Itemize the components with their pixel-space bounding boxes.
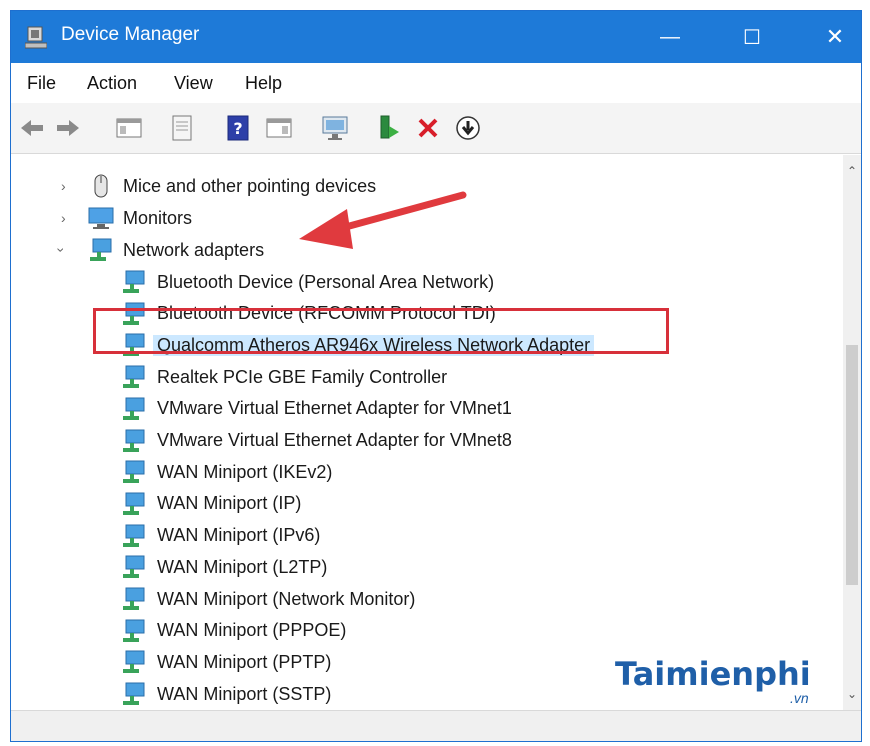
network-adapter-icon xyxy=(123,555,145,579)
scroll-down-icon[interactable]: ⌄ xyxy=(843,684,861,704)
action-pane-icon[interactable] xyxy=(264,113,294,143)
window-title: Device Manager xyxy=(61,24,200,45)
show-hide-tree-icon[interactable] xyxy=(114,113,144,143)
selection-highlight-box xyxy=(93,308,669,354)
scroll-up-icon[interactable]: ⌃ xyxy=(843,161,861,181)
chevron-down-icon[interactable]: › xyxy=(53,248,69,253)
menu-help[interactable]: Help xyxy=(245,73,282,94)
device-manager-icon xyxy=(25,26,47,49)
device-tree: › Mice and other pointing devices › Moni… xyxy=(11,155,844,710)
network-adapter-label: WAN Miniport (L2TP) xyxy=(157,556,328,577)
toolbar: ? xyxy=(11,103,861,154)
network-adapter-item[interactable]: WAN Miniport (IPv6) xyxy=(11,521,831,551)
menu-bar: File Action View Help xyxy=(11,63,861,104)
scrollbar-thumb[interactable] xyxy=(846,345,858,585)
forward-icon[interactable] xyxy=(53,113,83,143)
network-adapter-item[interactable]: VMware Virtual Ethernet Adapter for VMne… xyxy=(11,394,831,424)
network-adapter-item[interactable]: Bluetooth Device (Personal Area Network) xyxy=(11,267,831,297)
network-adapter-label: WAN Miniport (PPTP) xyxy=(157,651,332,672)
network-adapter-icon xyxy=(123,587,145,610)
title-bar: Device Manager — ☐ ✕ xyxy=(11,11,861,63)
maximize-button[interactable]: ☐ xyxy=(723,11,781,63)
vertical-scrollbar[interactable]: ⌃ ⌄ xyxy=(843,155,861,710)
network-adapter-item[interactable]: WAN Miniport (PPPOE) xyxy=(11,616,831,646)
network-adapter-label: WAN Miniport (PPPOE) xyxy=(157,620,347,641)
tree-category-label: Monitors xyxy=(123,207,193,228)
menu-view[interactable]: View xyxy=(174,73,213,94)
device-manager-window: Device Manager — ☐ ✕ File Action View He… xyxy=(10,10,862,742)
menu-file[interactable]: File xyxy=(27,73,56,94)
network-adapter-item[interactable]: Realtek PCIe GBE Family Controller xyxy=(11,362,831,392)
monitor-icon xyxy=(88,207,114,229)
network-adapter-item[interactable]: VMware Virtual Ethernet Adapter for VMne… xyxy=(11,426,831,456)
chevron-right-icon[interactable]: › xyxy=(61,178,66,194)
status-bar xyxy=(11,710,861,741)
chevron-right-icon[interactable]: › xyxy=(61,210,66,226)
back-icon[interactable] xyxy=(17,113,47,143)
network-adapter-label: WAN Miniport (IPv6) xyxy=(157,525,321,546)
network-adapter-icon xyxy=(123,492,145,515)
network-adapter-icon xyxy=(123,619,145,642)
mouse-icon xyxy=(94,174,108,198)
network-adapter-label: WAN Miniport (Network Monitor) xyxy=(157,588,416,609)
network-adapter-label: WAN Miniport (IP) xyxy=(157,493,302,514)
tree-category-label: Network adapters xyxy=(123,239,265,260)
network-adapter-icon xyxy=(123,524,145,547)
menu-action[interactable]: Action xyxy=(87,73,137,94)
network-adapter-item[interactable]: WAN Miniport (IP) xyxy=(11,489,831,519)
network-adapter-icon xyxy=(123,650,145,674)
annotation-arrow xyxy=(299,191,467,249)
network-adapter-icon xyxy=(123,429,145,452)
network-adapter-icon xyxy=(123,682,145,706)
network-adapter-label: VMware Virtual Ethernet Adapter for VMne… xyxy=(157,430,512,450)
network-adapter-icon xyxy=(123,460,145,484)
network-adapter-label: Bluetooth Device (Personal Area Network) xyxy=(157,271,495,292)
help-icon[interactable]: ? xyxy=(223,113,253,143)
network-adapter-icon xyxy=(90,238,112,261)
network-adapter-label: VMware Virtual Ethernet Adapter for VMne… xyxy=(157,398,512,419)
network-adapter-item[interactable]: WAN Miniport (Network Monitor) xyxy=(11,584,831,614)
network-adapter-item[interactable]: WAN Miniport (IKEv2) xyxy=(11,457,831,487)
update-driver-icon[interactable] xyxy=(373,113,403,143)
network-adapter-icon xyxy=(123,270,145,293)
network-adapter-label: Realtek PCIe GBE Family Controller xyxy=(157,366,448,387)
close-button[interactable]: ✕ xyxy=(806,11,861,63)
minimize-button[interactable]: — xyxy=(641,11,699,63)
properties-icon[interactable] xyxy=(167,113,197,143)
uninstall-icon[interactable] xyxy=(413,113,443,143)
svg-text:?: ? xyxy=(233,119,242,138)
network-adapter-icon xyxy=(123,365,145,389)
network-adapter-item[interactable]: WAN Miniport (L2TP) xyxy=(11,552,831,582)
network-adapter-label: WAN Miniport (SSTP) xyxy=(157,683,332,704)
network-adapter-label: WAN Miniport (IKEv2) xyxy=(157,461,333,482)
monitor-icon[interactable] xyxy=(320,113,350,143)
network-adapter-icon xyxy=(123,397,145,420)
disable-device-icon[interactable] xyxy=(453,113,483,143)
watermark-tld: .vn xyxy=(790,690,809,706)
watermark-brand: Taimienphi xyxy=(615,655,811,693)
